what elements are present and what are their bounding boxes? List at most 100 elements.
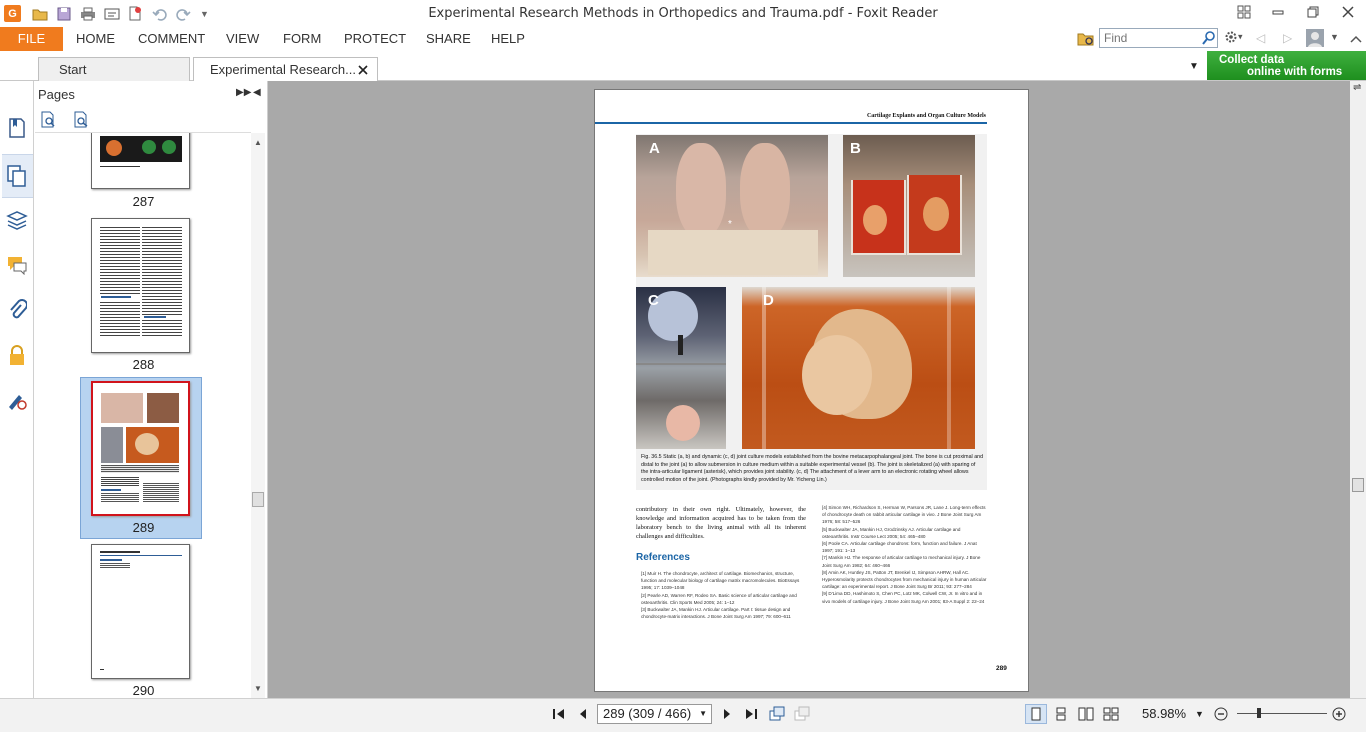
gear-icon[interactable]: ▾ — [1224, 30, 1246, 48]
page-number-value: 289 (309 / 466) — [603, 706, 692, 721]
pdf-page: Cartilage Explants and Organ Culture Mod… — [594, 89, 1029, 692]
digital-signature-icon[interactable] — [4, 387, 30, 413]
tab-list-dropdown-icon[interactable]: ▼ — [1189, 61, 1199, 72]
customize-toolbar-icon[interactable]: ▼ — [196, 5, 213, 22]
new-document-icon[interactable] — [126, 5, 143, 22]
find-next-icon[interactable]: ▷ — [1283, 31, 1292, 45]
references-heading: References — [636, 552, 690, 563]
previous-page-button[interactable] — [573, 704, 593, 724]
search-icon[interactable] — [1201, 30, 1217, 46]
find-previous-icon[interactable]: ◁ — [1256, 31, 1265, 45]
document-scrollbar[interactable]: ⇌ — [1350, 81, 1366, 698]
zoom-out-button[interactable] — [1213, 704, 1229, 724]
security-lock-icon[interactable] — [4, 342, 30, 368]
expand-panel-icon[interactable]: ▶▶ — [236, 87, 251, 98]
print-icon[interactable] — [79, 5, 96, 22]
first-page-button[interactable] — [549, 704, 569, 724]
collect-data-line2: online with forms — [1247, 66, 1343, 78]
tab-home[interactable]: HOME — [76, 27, 115, 51]
tab-comment[interactable]: COMMENT — [138, 27, 205, 51]
reduce-thumbnails-icon[interactable] — [72, 111, 94, 131]
thumbnail-page[interactable] — [91, 133, 190, 189]
zoom-slider-track[interactable] — [1237, 713, 1327, 714]
zoom-slider-thumb[interactable] — [1257, 708, 1261, 718]
tab-share[interactable]: SHARE — [426, 27, 471, 51]
tab-form[interactable]: FORM — [283, 27, 321, 51]
thumbnail-page[interactable] — [91, 544, 190, 679]
attachments-icon[interactable] — [4, 296, 30, 322]
thumbnail-label: 288 — [132, 357, 155, 372]
reference-item: [9] D'Lima DD, Hashimoto S, Chen PC, Lot… — [822, 591, 985, 604]
references-left: [1] Muir H. The chondrocyte, architect o… — [641, 570, 807, 620]
reference-item: [3] Buckwalter JA, Mankin HJ. Articular … — [641, 607, 791, 620]
restore-button[interactable] — [1296, 0, 1330, 24]
find-input[interactable] — [1100, 29, 1196, 47]
reference-item: [2] Pearle AD, Warren RF, Rodeo SA. Basi… — [641, 592, 797, 605]
figure-panel-b — [843, 135, 975, 277]
thumbnail-scrollbar[interactable]: ▲ ▼ — [251, 133, 265, 698]
body-text: contributory in their own right. Ultimat… — [636, 506, 806, 540]
tab-view[interactable]: VIEW — [226, 27, 259, 51]
bookmarks-icon[interactable] — [4, 115, 30, 141]
tab-help[interactable]: HELP — [491, 27, 525, 51]
thumbnail-label: 287 — [132, 194, 155, 209]
figure-panel-c — [636, 287, 726, 449]
facing-view-button[interactable] — [1075, 704, 1097, 724]
figure-caption: Fig. 36.5 Static (a, b) and dynamic (c, … — [641, 454, 984, 483]
properties-icon[interactable] — [103, 5, 120, 22]
zoom-in-button[interactable] — [1331, 704, 1347, 724]
comments-icon[interactable] — [4, 252, 30, 278]
avatar[interactable] — [1306, 29, 1324, 47]
pages-panel-title: Pages — [38, 87, 75, 102]
open-folder-icon[interactable] — [31, 5, 48, 22]
running-head: Cartilage Explants and Organ Culture Mod… — [866, 113, 986, 119]
next-page-button[interactable] — [717, 704, 737, 724]
thumbnail-label: 289 — [132, 520, 155, 535]
previous-view-icon[interactable] — [767, 704, 787, 724]
continuous-facing-view-button[interactable] — [1100, 704, 1122, 724]
reference-item: [7] Mankin HJ. The response of articular… — [822, 555, 981, 568]
thumbnail-page-current[interactable] — [91, 381, 190, 516]
zoom-dropdown-icon[interactable]: ▼ — [1195, 704, 1205, 724]
thumbnail-scroll-thumb[interactable] — [252, 492, 264, 507]
close-window-button[interactable] — [1331, 0, 1365, 24]
last-page-button[interactable] — [741, 704, 761, 724]
collect-data-banner[interactable]: Collect data online with forms — [1207, 51, 1366, 80]
single-page-view-button[interactable] — [1025, 704, 1047, 724]
app-logo-icon: G — [4, 5, 21, 22]
thumbnail-page[interactable] — [91, 218, 190, 353]
minimize-button[interactable] — [1261, 0, 1295, 24]
references-right: [4] Simon WH, Richardson S, Herman W, Pa… — [822, 504, 988, 605]
reference-item: [8] Amin AK, Huntley JS, Patton JT, Bren… — [822, 569, 987, 590]
enlarge-thumbnails-icon[interactable] — [39, 111, 61, 131]
ribbon-display-icon[interactable] — [1227, 0, 1261, 24]
tab-document[interactable]: Experimental Research... — [193, 57, 378, 83]
document-scroll-thumb[interactable] — [1352, 478, 1364, 492]
find-folder-icon[interactable] — [1077, 30, 1095, 48]
undo-icon[interactable] — [151, 5, 168, 22]
account-dropdown-icon[interactable]: ▼ — [1330, 32, 1339, 42]
continuous-view-button[interactable] — [1050, 704, 1072, 724]
page-dropdown-icon[interactable]: ▼ — [699, 705, 707, 723]
page-number: 289 — [996, 665, 1007, 672]
reference-item: [6] Poole CA. Articular cartilage chondr… — [822, 541, 977, 554]
tab-start[interactable]: Start — [38, 57, 190, 82]
layers-icon[interactable] — [4, 207, 30, 233]
pages-icon[interactable] — [4, 163, 30, 189]
save-icon[interactable] — [55, 5, 72, 22]
close-tab-icon[interactable] — [358, 64, 370, 76]
file-menu[interactable]: FILE — [0, 27, 63, 51]
figure-panel-a: * — [636, 135, 828, 277]
page-number-field[interactable]: 289 (309 / 466) ▼ — [597, 704, 712, 724]
zoom-level[interactable]: 58.98% — [1142, 704, 1186, 724]
panel-label-d: D — [763, 292, 774, 309]
thumbnail-list: 287 288 289 290 — [35, 133, 252, 698]
panel-label-a: A — [649, 140, 660, 157]
collect-data-line1: Collect data — [1219, 54, 1285, 66]
next-view-icon[interactable] — [792, 704, 812, 724]
collapse-ribbon-icon[interactable] — [1350, 33, 1364, 47]
header-rule — [595, 122, 987, 124]
collapse-panel-icon[interactable]: ◀ — [253, 87, 261, 98]
tab-protect[interactable]: PROTECT — [344, 27, 406, 51]
redo-icon[interactable] — [174, 5, 191, 22]
